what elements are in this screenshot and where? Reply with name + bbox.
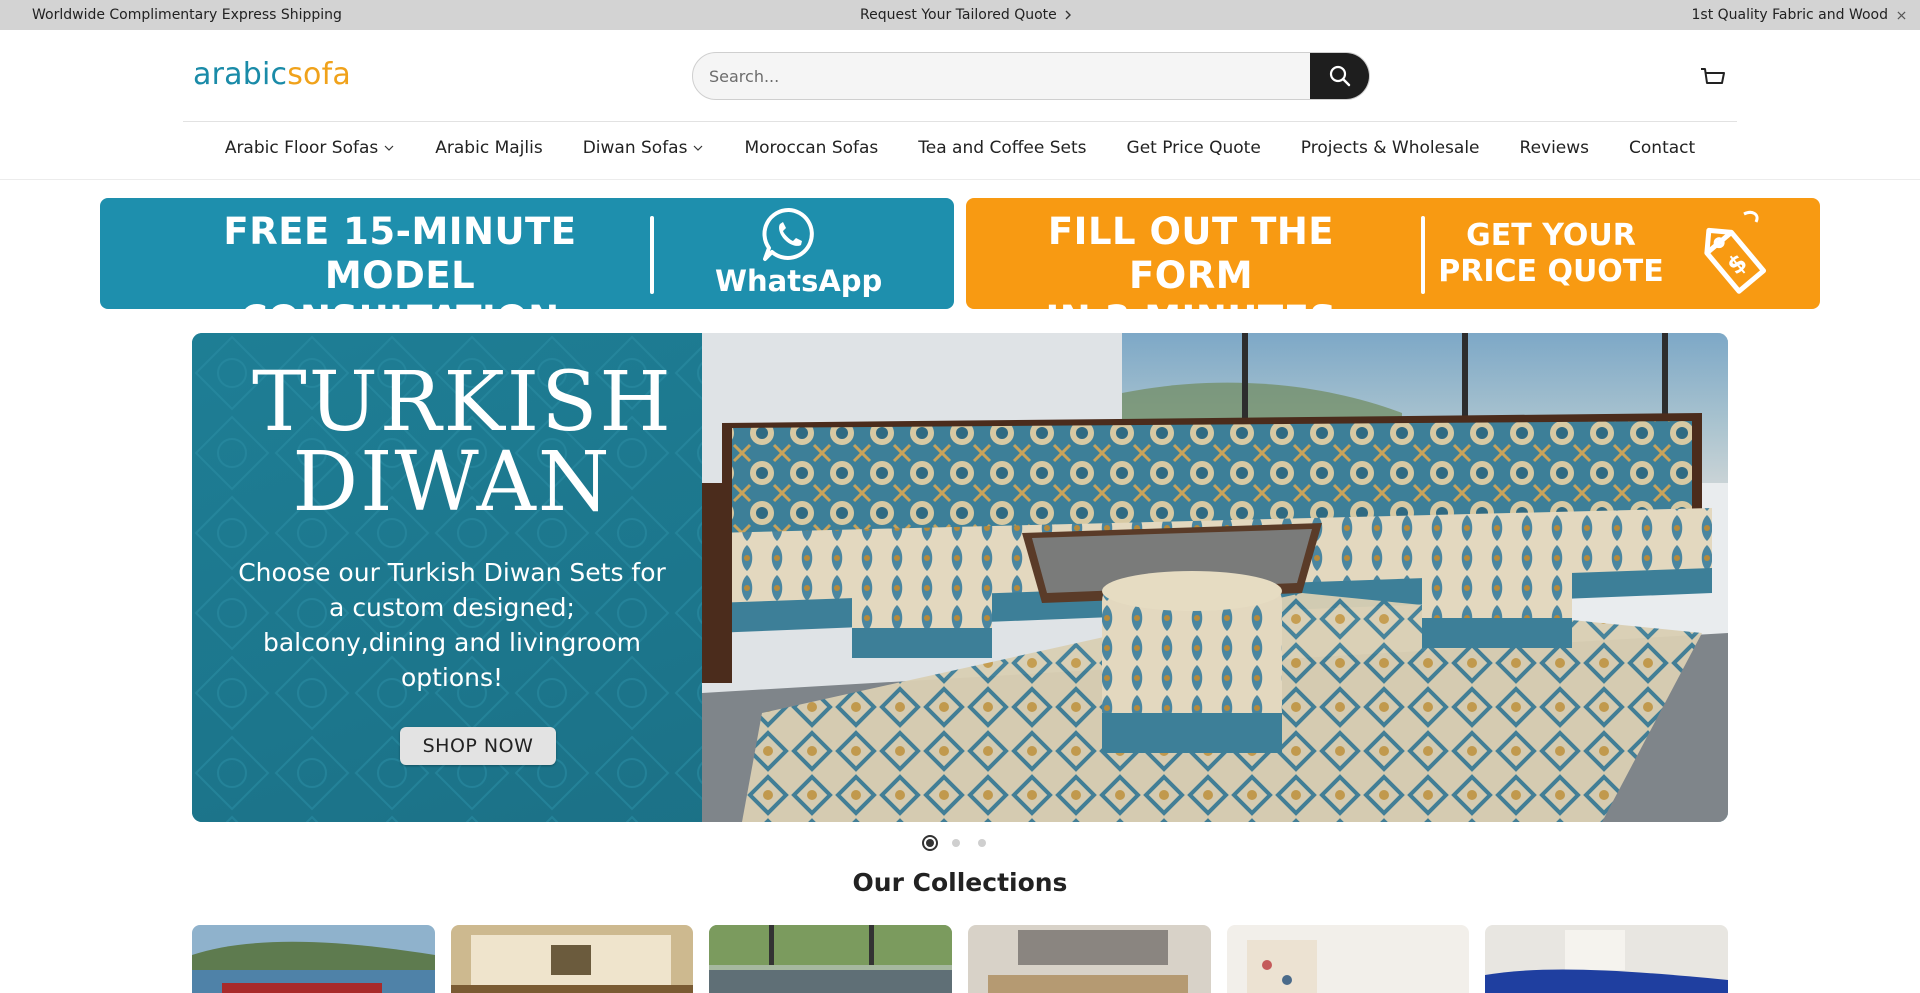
nav-arabic-majlis[interactable]: Arabic Majlis <box>415 138 562 158</box>
announcement-quality-text: 1st Quality Fabric and Wood <box>1691 7 1888 23</box>
hero-subtitle: Choose our Turkish Diwan Sets for a cust… <box>232 555 672 695</box>
slider-dot-1[interactable] <box>922 835 938 851</box>
chevron-right-icon <box>1065 10 1071 20</box>
hero-title-line1: TURKISH <box>252 355 673 450</box>
search-icon <box>1329 65 1350 87</box>
hero-subtitle-line3: balcony,dining and livingroom options! <box>262 628 642 692</box>
slider-dots <box>922 835 990 851</box>
cart-icon[interactable] <box>1698 62 1728 92</box>
hero-subtitle-line2: a custom designed; <box>329 593 575 622</box>
price-quote-banner[interactable]: FILL OUT THE FORM IN 3 MINUTES GET YOUR … <box>966 198 1820 309</box>
collection-image-2 <box>450 925 694 993</box>
quote-banner-headline: FILL OUT THE FORM IN 3 MINUTES <box>996 210 1386 309</box>
logo-arabic: arabic <box>193 57 288 92</box>
whatsapp-consultation-banner[interactable]: FREE 15-MINUTE MODEL CONSULTATION WhatsA… <box>100 198 954 309</box>
main-nav: Arabic Floor Sofas Arabic Majlis Diwan S… <box>0 138 1920 158</box>
whatsapp-icon <box>762 207 814 261</box>
nav-label: Reviews <box>1519 138 1590 158</box>
announcement-bar: Worldwide Complimentary Express Shipping… <box>0 0 1920 30</box>
quote-banner-line1: FILL OUT THE FORM <box>1047 210 1335 297</box>
announcement-quality: 1st Quality Fabric and Wood <box>1692 7 1906 23</box>
whatsapp-label: WhatsApp <box>715 264 883 298</box>
search-bar <box>692 52 1370 100</box>
nav-moroccan-sofas[interactable]: Moroccan Sofas <box>724 138 898 158</box>
nav-label: Arabic Majlis <box>435 138 543 158</box>
whatsapp-banner-line1: FREE 15-MINUTE <box>223 210 577 253</box>
banner-divider <box>1421 216 1425 294</box>
nav-reviews[interactable]: Reviews <box>1500 138 1610 158</box>
nav-contact[interactable]: Contact <box>1609 138 1715 158</box>
turkish-diwan-sofa-image <box>702 333 1728 822</box>
slider-dot-3[interactable] <box>974 835 990 851</box>
search-button[interactable] <box>1310 53 1369 99</box>
collection-image-4 <box>968 925 1211 993</box>
nav-label: Tea and Coffee Sets <box>918 138 1087 158</box>
nav-arabic-floor-sofas[interactable]: Arabic Floor Sofas <box>205 138 415 158</box>
price-tag-icon: $ <box>1704 210 1767 294</box>
search-input[interactable] <box>693 53 1311 99</box>
collection-card-5[interactable] <box>1226 925 1470 993</box>
nav-label: Arabic Floor Sofas <box>224 138 379 158</box>
whatsapp-banner-line2: MODEL CONSULTATION <box>240 254 559 309</box>
collections-heading: Our Collections <box>852 868 1068 897</box>
collection-image-3 <box>709 925 953 993</box>
nav-label: Contact <box>1629 138 1696 158</box>
nav-label: Projects & Wholesale <box>1300 138 1480 158</box>
collection-image-6 <box>1485 925 1729 993</box>
nav-diwan-sofas[interactable]: Diwan Sofas <box>563 138 725 158</box>
collection-card-6[interactable] <box>1485 925 1729 993</box>
nav-label: Diwan Sofas <box>582 138 688 158</box>
announcement-shipping: Worldwide Complimentary Express Shipping <box>32 7 342 23</box>
quote-cta-line1: GET YOUR <box>1466 218 1636 253</box>
logo-sofa: sofa <box>287 57 351 92</box>
header-divider <box>183 121 1737 122</box>
quote-cta-line2: PRICE QUOTE <box>1438 254 1664 289</box>
hero-slide[interactable]: TURKISH DIWAN Choose our Turkish Diwan S… <box>192 333 1728 822</box>
chevron-down-icon <box>384 145 394 151</box>
collection-card-1[interactable] <box>192 925 435 993</box>
collection-image-5 <box>1226 925 1470 993</box>
quote-banner-cta: GET YOUR PRICE QUOTE <box>1436 218 1666 290</box>
nav-label: Get Price Quote <box>1126 138 1261 158</box>
shop-now-button[interactable]: SHOP NOW <box>400 727 556 765</box>
close-icon[interactable] <box>1897 10 1906 20</box>
hero-subtitle-line1: Choose our Turkish Diwan Sets for <box>238 558 666 587</box>
collection-cards <box>192 925 1729 993</box>
collection-image-1 <box>192 925 435 993</box>
collection-card-2[interactable] <box>450 925 694 993</box>
site-logo[interactable]: arabicsofa <box>193 57 351 92</box>
announcement-quote-text: Request Your Tailored Quote <box>860 7 1057 23</box>
hero-title: TURKISH DIWAN <box>252 355 673 530</box>
banner-divider <box>650 216 654 294</box>
nav-tea-coffee-sets[interactable]: Tea and Coffee Sets <box>898 138 1106 158</box>
chevron-down-icon <box>694 145 703 151</box>
collection-card-4[interactable] <box>968 925 1211 993</box>
whatsapp-banner-headline: FREE 15-MINUTE MODEL CONSULTATION <box>180 210 620 309</box>
site-header: arabicsofa Arabic Floor Sofas Arabic Maj… <box>0 30 1920 180</box>
nav-projects-wholesale[interactable]: Projects & Wholesale <box>1281 138 1500 158</box>
hero-title-line2: DIWAN <box>292 435 612 530</box>
quote-banner-line2: IN 3 MINUTES <box>996 298 1386 309</box>
slider-dot-2[interactable] <box>948 835 964 851</box>
collection-card-3[interactable] <box>709 925 953 993</box>
nav-label: Moroccan Sofas <box>744 138 879 158</box>
nav-get-price-quote[interactable]: Get Price Quote <box>1107 138 1281 158</box>
announcement-quote-link[interactable]: Request Your Tailored Quote <box>860 7 1073 23</box>
